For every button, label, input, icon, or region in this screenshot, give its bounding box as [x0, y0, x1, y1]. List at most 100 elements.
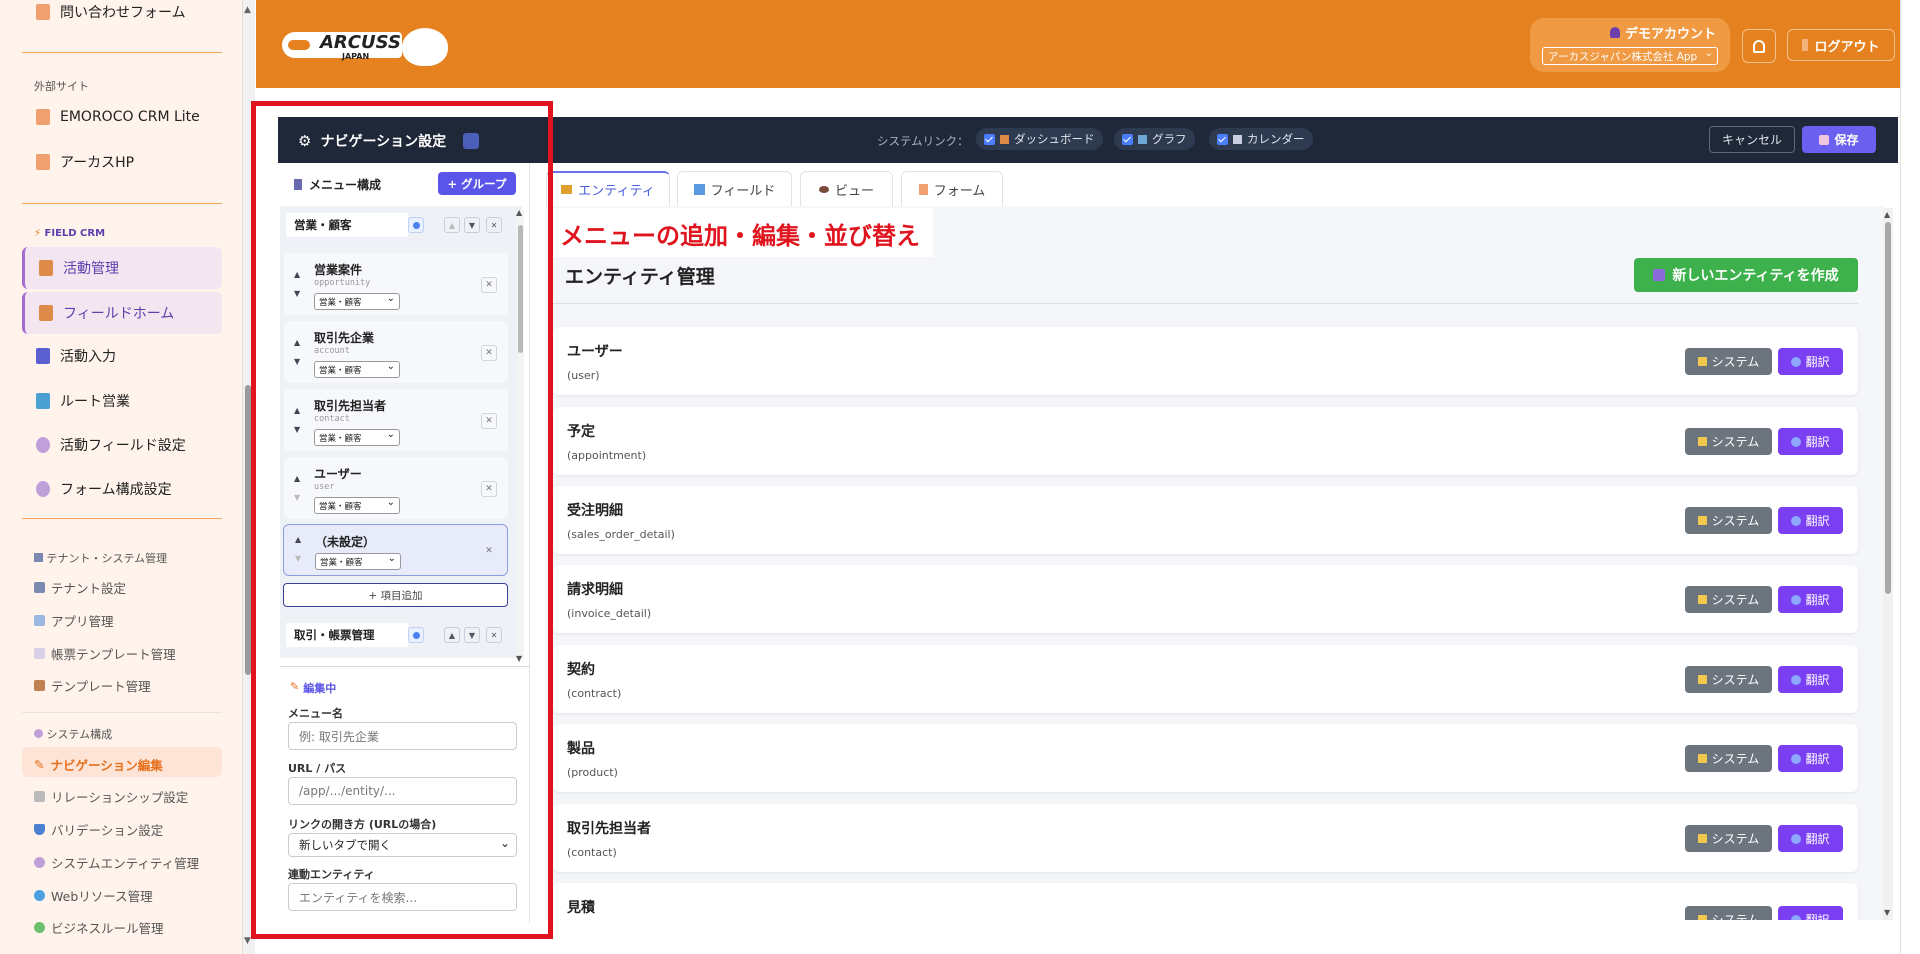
- sidebar-section-field-crm: ⚡ FIELD CRM: [34, 228, 106, 239]
- system-link-calendar[interactable]: カレンダー: [1209, 128, 1313, 150]
- logo-text: ARCUSS: [320, 32, 401, 53]
- divider: [553, 303, 1858, 304]
- sidebar-item-field-home[interactable]: フィールドホーム: [22, 292, 222, 334]
- sidebar-item-app-mgmt[interactable]: アプリ管理: [34, 611, 114, 630]
- scroll-up-icon[interactable]: ▲: [1884, 210, 1890, 219]
- puzzle-icon: [34, 922, 45, 933]
- home-icon: [39, 305, 53, 321]
- sidebar-item-emoroco[interactable]: EMOROCO CRM Lite: [22, 99, 222, 135]
- entity-name: 製品: [567, 741, 595, 757]
- globe-icon: [1791, 594, 1802, 605]
- map-icon: [36, 393, 50, 409]
- translate-button[interactable]: 翻訳: [1778, 428, 1843, 455]
- tab-entity[interactable]: エンティティ: [546, 171, 670, 206]
- bolt-icon: ⚡: [34, 228, 42, 239]
- entity-row[interactable]: 製品 (product) システム 翻訳: [553, 724, 1858, 792]
- entity-name: 請求明細: [567, 582, 623, 598]
- system-badge[interactable]: システム: [1685, 586, 1772, 613]
- pencil-icon: ✎: [34, 757, 45, 772]
- entity-row[interactable]: 予定 (appointment) システム 翻訳: [553, 407, 1858, 475]
- bear-mascot-icon: [402, 28, 448, 66]
- annotation-caption: メニューの追加・編集・並び替え: [560, 222, 920, 250]
- lock-icon: [1697, 754, 1707, 763]
- translate-button[interactable]: 翻訳: [1778, 666, 1843, 693]
- bell-icon: [1753, 39, 1765, 53]
- tab-field[interactable]: フィールド: [677, 171, 792, 206]
- entity-row[interactable]: ユーザー (user) システム 翻訳: [553, 327, 1858, 395]
- entity-row[interactable]: 契約 (contract) システム 翻訳: [553, 645, 1858, 713]
- sidebar-item-activity-field-settings[interactable]: 活動フィールド設定: [22, 427, 222, 463]
- system-badge[interactable]: システム: [1685, 507, 1772, 534]
- entity-id: (contract): [567, 687, 622, 700]
- sidebar: 問い合わせフォーム 外部サイト EMOROCO CRM Lite アーカスHP …: [0, 0, 243, 954]
- sidebar-item-validation[interactable]: バリデーション設定: [34, 820, 163, 839]
- scroll-down-icon[interactable]: ▼: [1884, 908, 1890, 917]
- doc-icon: [36, 109, 50, 125]
- logout-button[interactable]: ログアウト: [1787, 29, 1895, 61]
- system-badge[interactable]: システム: [1685, 666, 1772, 693]
- system-link-dashboard[interactable]: ダッシュボード: [976, 128, 1103, 150]
- form-icon: [36, 4, 50, 20]
- entity-row[interactable]: 受注明細 (sales_order_detail) システム 翻訳: [553, 486, 1858, 554]
- sidebar-item-template-mgmt[interactable]: テンプレート管理: [34, 676, 151, 695]
- gear-icon: [34, 857, 45, 868]
- translate-button[interactable]: 翻訳: [1778, 507, 1843, 534]
- sidebar-item-business-rule[interactable]: ビジネスルール管理: [34, 918, 164, 937]
- cancel-button[interactable]: キャンセル: [1709, 126, 1795, 153]
- create-entity-button[interactable]: 新しいエンティティを作成: [1634, 258, 1858, 292]
- sidebar-item-tenant-settings[interactable]: テナント設定: [34, 578, 126, 597]
- page-bottom-area: [545, 920, 1885, 954]
- system-badge[interactable]: システム: [1685, 906, 1772, 921]
- lock-icon: [1697, 675, 1707, 684]
- app-icon: [34, 615, 45, 626]
- sidebar-item-relationship[interactable]: リレーションシップ設定: [34, 787, 188, 806]
- sidebar-item-system-entity[interactable]: システムエンティティ管理: [34, 853, 199, 872]
- entity-icon: [561, 185, 573, 194]
- translate-button[interactable]: 翻訳: [1778, 586, 1843, 613]
- entity-row[interactable]: 見積 システム 翻訳: [553, 883, 1858, 921]
- sidebar-item-report-template[interactable]: 帳票テンプレート管理: [34, 644, 176, 663]
- lock-icon: [1697, 516, 1707, 525]
- system-badge[interactable]: システム: [1685, 745, 1772, 772]
- translate-button[interactable]: 翻訳: [1778, 348, 1843, 375]
- sidebar-section-system: システム構成: [34, 726, 112, 742]
- sidebar-item-activity-mgmt[interactable]: 活動管理: [22, 247, 222, 289]
- eye-icon: [818, 185, 829, 193]
- tab-form[interactable]: フォーム: [901, 171, 1003, 206]
- system-badge[interactable]: システム: [1685, 428, 1772, 455]
- translate-button[interactable]: 翻訳: [1778, 906, 1843, 921]
- scroll-up-icon[interactable]: ▲: [244, 5, 251, 15]
- main-scroll-thumb[interactable]: [1885, 222, 1891, 594]
- sidebar-divider: [22, 203, 222, 204]
- entity-row[interactable]: 請求明細 (invoice_detail) システム 翻訳: [553, 565, 1858, 633]
- sidebar-item-activity-input[interactable]: 活動入力: [22, 338, 222, 374]
- translate-button[interactable]: 翻訳: [1778, 825, 1843, 852]
- checkbox-icon[interactable]: [1217, 133, 1228, 145]
- sidebar-item-contact-form[interactable]: 問い合わせフォーム: [22, 0, 222, 30]
- sidebar-item-route-sales[interactable]: ルート営業: [22, 383, 222, 419]
- scroll-down-icon[interactable]: ▼: [244, 936, 251, 946]
- system-badge[interactable]: システム: [1685, 825, 1772, 852]
- checkbox-icon[interactable]: [984, 133, 995, 145]
- highlight-box: [251, 101, 553, 939]
- page-title: エンティティ管理: [565, 266, 715, 288]
- translate-button[interactable]: 翻訳: [1778, 745, 1843, 772]
- save-button[interactable]: 保存: [1802, 126, 1876, 153]
- gear-icon: [34, 729, 43, 738]
- entity-name: 見積: [567, 900, 595, 916]
- entity-row[interactable]: 取引先担当者 (contact) システム 翻訳: [553, 804, 1858, 872]
- entity-id: (product): [567, 766, 618, 779]
- user-icon: [1610, 27, 1620, 38]
- logo-swoosh: [288, 40, 310, 50]
- app-select[interactable]: アーカスジャパン株式会社 App ⌄: [1542, 47, 1718, 65]
- system-badge[interactable]: システム: [1685, 348, 1772, 375]
- arcuss-logo[interactable]: ARCUSS JAPAN: [282, 26, 452, 68]
- notification-button[interactable]: [1742, 29, 1776, 63]
- system-link-graph[interactable]: グラフ: [1114, 128, 1195, 150]
- sidebar-item-navigation-edit[interactable]: ✎ ナビゲーション編集: [34, 755, 163, 774]
- sidebar-item-arcus-hp[interactable]: アーカスHP: [22, 144, 222, 180]
- checkbox-icon[interactable]: [1122, 133, 1133, 145]
- sidebar-item-form-config[interactable]: フォーム構成設定: [22, 471, 222, 507]
- sidebar-item-web-resource[interactable]: Webリソース管理: [34, 886, 153, 905]
- tab-view[interactable]: ビュー: [800, 171, 893, 206]
